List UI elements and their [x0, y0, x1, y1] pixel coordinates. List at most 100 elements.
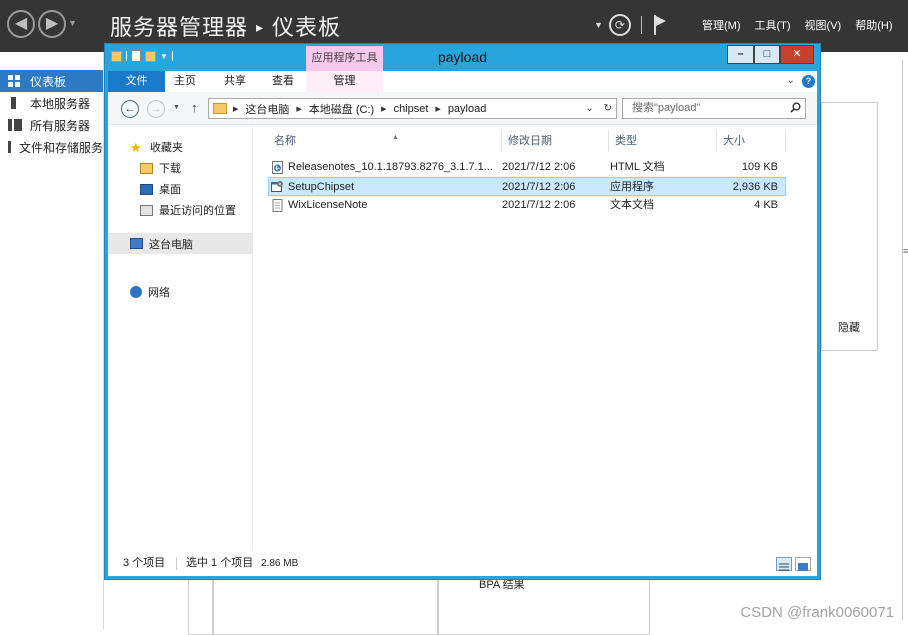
breadcrumb-chipset[interactable]: chipset — [394, 103, 429, 115]
chevron-right-icon[interactable]: ▶ — [296, 105, 301, 113]
breadcrumb-payload[interactable]: payload — [448, 103, 487, 115]
tab-share[interactable]: 共享 — [216, 71, 254, 92]
file-name: SetupChipset — [288, 181, 355, 193]
minimize-button[interactable]: – — [727, 45, 754, 64]
refresh-icon[interactable]: ⟳ — [608, 14, 631, 36]
sidebar-item-all-servers[interactable]: 所有服务器 — [0, 114, 103, 136]
item-count: 3 个项目 — [123, 557, 166, 569]
hide-link[interactable]: 隐藏 — [838, 319, 860, 335]
back-button[interactable]: ← — [121, 100, 139, 118]
file-type: HTML 文档 — [610, 161, 665, 173]
file-type: 文本文档 — [610, 199, 654, 211]
network-icon — [130, 286, 142, 298]
file-type: 应用程序 — [610, 181, 654, 193]
divider — [640, 16, 642, 34]
content-area: ★ 收藏夹 下载 桌面 最近访问的位置 这台电脑 网络 名称 ▲ 修改日期 类型… — [108, 125, 817, 551]
chevron-right-icon[interactable]: ▶ — [381, 105, 386, 113]
file-row[interactable]: WixLicenseNote 2021/7/12 2:06 文本文档 4 KB — [268, 196, 786, 215]
column-header-type[interactable]: 类型 — [609, 130, 717, 152]
file-size: 4 KB — [754, 199, 778, 211]
menu-view[interactable]: 视图(V) — [805, 17, 842, 33]
tab-home[interactable]: 主页 — [166, 71, 204, 92]
window-title: payload — [437, 49, 488, 65]
column-label: 类型 — [615, 135, 637, 147]
nav-label: 网络 — [148, 287, 170, 299]
tab-view[interactable]: 查看 — [264, 71, 302, 92]
tab-manage[interactable]: 管理 — [306, 71, 383, 92]
help-icon[interactable]: ? — [802, 75, 815, 88]
search-icon[interactable] — [790, 102, 801, 113]
back-icon[interactable]: ◀ — [7, 10, 35, 38]
up-button[interactable]: ↑ — [191, 100, 198, 115]
chevron-down-icon[interactable]: ▼ — [68, 18, 77, 28]
selection-count: 选中 1 个项目 — [186, 557, 254, 569]
file-size: 2,936 KB — [732, 181, 778, 193]
address-bar[interactable]: ▶ 这台电脑 ▶ 本地磁盘 (C:) ▶ chipset ▶ payload ⌄… — [208, 98, 617, 119]
recent-locations-icon[interactable]: ▼ — [173, 104, 180, 111]
refresh-icon[interactable]: ↻ — [604, 103, 612, 114]
hide-panel: 隐藏 — [821, 102, 878, 351]
chevron-right-icon[interactable]: ▶ — [233, 105, 238, 113]
sidebar-item-label: 所有服务器 — [30, 118, 91, 133]
recent-places-icon — [140, 204, 153, 216]
ribbon-tabs: 文件 主页 共享 查看 管理 ⌄ ? — [108, 71, 817, 92]
nav-downloads[interactable]: 下载 — [140, 160, 181, 176]
nav-label: 收藏夹 — [150, 142, 183, 154]
nav-this-pc[interactable]: 这台电脑 — [108, 233, 253, 254]
chevron-down-icon[interactable]: ▼ — [594, 20, 603, 30]
nav-desktop[interactable]: 桌面 — [140, 181, 181, 197]
server-icon — [11, 97, 16, 109]
breadcrumb-local-disk[interactable]: 本地磁盘 (C:) — [309, 101, 374, 117]
expand-ribbon-icon[interactable]: ⌄ — [787, 75, 795, 86]
chevron-right-icon[interactable]: ▶ — [435, 105, 440, 113]
close-button[interactable]: ✕ — [780, 45, 814, 64]
breadcrumb-separator-icon: ▸ — [256, 20, 265, 36]
text-file-icon — [272, 199, 283, 212]
title-bar[interactable]: ▼ 应用程序工具 payload – □ ✕ — [105, 44, 820, 71]
navigation-bar: ← → ▼ ↑ ▶ 这台电脑 ▶ 本地磁盘 (C:) ▶ chipset ▶ p… — [108, 92, 817, 125]
sidebar-item-file-storage[interactable]: 文件和存储服务 — [0, 136, 103, 158]
nav-label: 这台电脑 — [149, 238, 193, 251]
nav-favorites[interactable]: ★ 收藏夹 — [130, 139, 183, 155]
file-date: 2021/7/12 2:06 — [502, 199, 576, 211]
nav-label: 桌面 — [159, 184, 181, 196]
file-date: 2021/7/12 2:06 — [502, 161, 576, 173]
scrollbar[interactable] — [902, 60, 908, 620]
sidebar: 仪表板 本地服务器 所有服务器 文件和存储服务 — [0, 52, 104, 629]
folder-icon — [213, 103, 227, 114]
menu-tools[interactable]: 工具(T) — [755, 17, 791, 33]
page-title: 服务器管理器 ▸ 仪表板 — [110, 10, 341, 42]
large-icons-view-button[interactable] — [795, 557, 811, 571]
maximize-button[interactable]: □ — [754, 45, 780, 64]
column-header-name[interactable]: 名称 ▲ — [268, 130, 502, 152]
column-label: 名称 — [274, 135, 296, 147]
desktop-icon — [140, 183, 153, 195]
nav-label: 最近访问的位置 — [159, 205, 236, 217]
tab-file[interactable]: 文件 — [108, 71, 165, 92]
file-name: WixLicenseNote — [288, 199, 368, 211]
large-icons-view-icon — [798, 563, 808, 571]
search-placeholder: 搜索"payload" — [632, 102, 701, 114]
details-view-button[interactable] — [776, 557, 792, 571]
nav-recent[interactable]: 最近访问的位置 — [140, 202, 236, 218]
sidebar-item-local-server[interactable]: 本地服务器 — [0, 92, 103, 114]
search-input[interactable]: 搜索"payload" — [622, 98, 806, 119]
column-header-date[interactable]: 修改日期 — [502, 130, 609, 152]
column-label: 修改日期 — [508, 135, 552, 147]
setup-exe-icon — [271, 181, 283, 192]
menu-help[interactable]: 帮助(H) — [855, 17, 892, 33]
file-row[interactable]: Releasenotes_10.1.18793.8276_3.1.7.1... … — [268, 158, 786, 177]
address-history-icon[interactable]: ⌄ — [585, 103, 593, 114]
breadcrumb-this-pc[interactable]: 这台电脑 — [245, 101, 289, 117]
sidebar-item-dashboard[interactable]: 仪表板 — [0, 70, 103, 92]
html-file-icon — [272, 161, 283, 174]
notification-flag-icon[interactable] — [652, 15, 668, 35]
file-size: 109 KB — [741, 161, 778, 173]
sidebar-item-label: 本地服务器 — [30, 96, 91, 111]
nav-network[interactable]: 网络 — [130, 284, 170, 300]
forward-icon[interactable]: ▶ — [38, 10, 66, 38]
menu-manage[interactable]: 管理(M) — [702, 17, 741, 33]
file-row-selected[interactable]: SetupChipset 2021/7/12 2:06 应用程序 2,936 K… — [268, 177, 786, 196]
forward-button[interactable]: → — [147, 100, 165, 118]
column-header-size[interactable]: 大小 — [717, 130, 786, 152]
